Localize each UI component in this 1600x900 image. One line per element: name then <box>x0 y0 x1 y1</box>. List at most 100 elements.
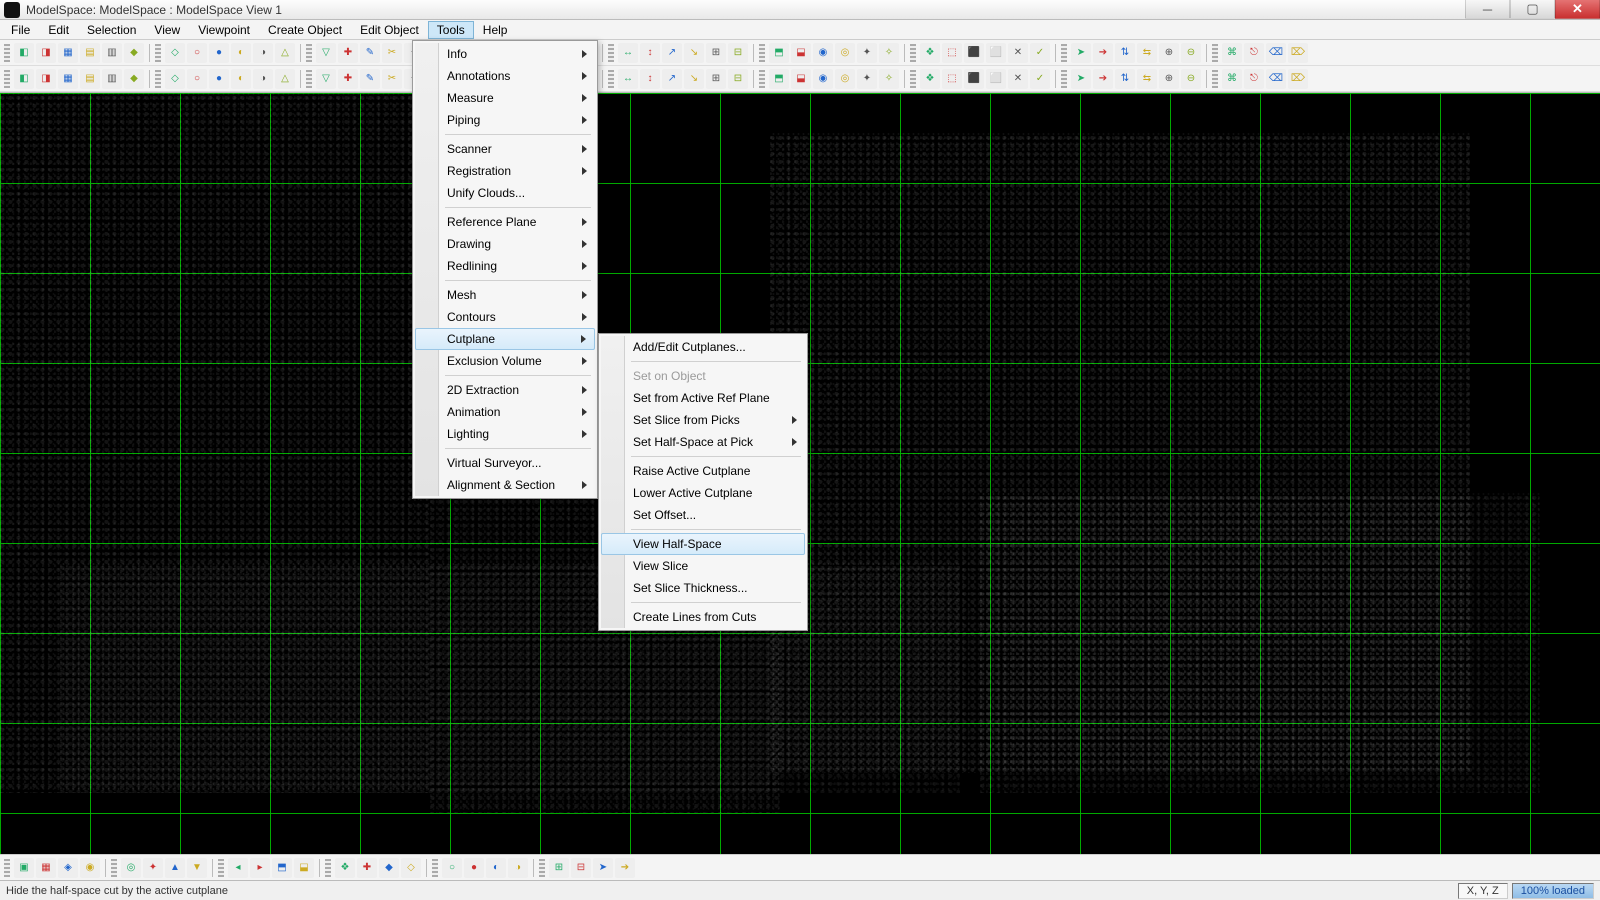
bottom-toolbar-button[interactable]: ⬒ <box>272 858 292 878</box>
toolbar-button[interactable]: ◇ <box>165 43 185 63</box>
toolbar-button[interactable]: ✕ <box>1008 69 1028 89</box>
tools-item-annotations[interactable]: Annotations <box>415 65 595 87</box>
bottom-toolbar-button[interactable]: ○ <box>442 858 462 878</box>
toolbar-button[interactable]: ➔ <box>1093 43 1113 63</box>
cutplane-item-view-half-space[interactable]: View Half-Space <box>601 533 805 555</box>
tools-item-2d-extraction[interactable]: 2D Extraction <box>415 379 595 401</box>
toolbar-button[interactable]: ⬓ <box>791 69 811 89</box>
menu-view[interactable]: View <box>145 21 189 39</box>
cutplane-item-set-offset[interactable]: Set Offset... <box>601 504 805 526</box>
toolbar-button[interactable]: ▦ <box>58 69 78 89</box>
toolbar-button[interactable]: ⊖ <box>1181 43 1201 63</box>
bottom-toolbar-button[interactable]: ❖ <box>335 858 355 878</box>
tools-item-exclusion-volume[interactable]: Exclusion Volume <box>415 350 595 372</box>
menu-edit-object[interactable]: Edit Object <box>351 21 428 39</box>
minimize-button[interactable]: ─ <box>1465 0 1510 19</box>
toolbar-button[interactable]: ⌘ <box>1222 69 1242 89</box>
toolbar-button[interactable]: ⬛ <box>964 69 984 89</box>
toolbar-button[interactable]: ○ <box>187 69 207 89</box>
toolbar-button[interactable]: ⌦ <box>1288 69 1308 89</box>
toolbar-button[interactable]: ✦ <box>857 69 877 89</box>
toolbar-button[interactable]: ⊟ <box>728 69 748 89</box>
menu-viewpoint[interactable]: Viewpoint <box>189 21 259 39</box>
bottom-toolbar-button[interactable]: ▼ <box>187 858 207 878</box>
bottom-toolbar-button[interactable]: ◐ <box>486 858 506 878</box>
toolbar-button[interactable]: ▥ <box>102 43 122 63</box>
cutplane-item-view-slice[interactable]: View Slice <box>601 555 805 577</box>
menu-selection[interactable]: Selection <box>78 21 145 39</box>
toolbar-button[interactable]: ✎ <box>360 69 380 89</box>
bottom-toolbar-button[interactable]: ● <box>464 858 484 878</box>
menu-edit[interactable]: Edit <box>39 21 78 39</box>
bottom-toolbar-button[interactable]: ◎ <box>121 858 141 878</box>
cutplane-item-lower-active-cutplane[interactable]: Lower Active Cutplane <box>601 482 805 504</box>
toolbar-button[interactable]: ⬛ <box>964 43 984 63</box>
toolbar-button[interactable]: ▽ <box>316 43 336 63</box>
bottom-toolbar-button[interactable]: ⊟ <box>571 858 591 878</box>
cutplane-item-raise-active-cutplane[interactable]: Raise Active Cutplane <box>601 460 805 482</box>
toolbar-button[interactable]: ▽ <box>316 69 336 89</box>
cutplane-item-set-from-active-ref-plane[interactable]: Set from Active Ref Plane <box>601 387 805 409</box>
toolbar-button[interactable]: ✦ <box>857 43 877 63</box>
bottom-toolbar-button[interactable]: ▸ <box>250 858 270 878</box>
toolbar-button[interactable]: ✓ <box>1030 43 1050 63</box>
bottom-toolbar-button[interactable]: ⊞ <box>549 858 569 878</box>
bottom-toolbar-button[interactable]: ⬓ <box>294 858 314 878</box>
toolbar-button[interactable]: ✂ <box>382 43 402 63</box>
bottom-toolbar-button[interactable]: ✦ <box>143 858 163 878</box>
toolbar-button[interactable]: ◎ <box>835 69 855 89</box>
tools-item-drawing[interactable]: Drawing <box>415 233 595 255</box>
maximize-button[interactable]: ▢ <box>1510 0 1555 19</box>
tools-item-lighting[interactable]: Lighting <box>415 423 595 445</box>
toolbar-button[interactable]: ↘ <box>684 43 704 63</box>
tools-menu-dropdown[interactable]: InfoAnnotationsMeasurePipingScannerRegis… <box>412 40 598 499</box>
toolbar-button[interactable]: ◆ <box>124 69 144 89</box>
bottom-toolbar-button[interactable]: ▲ <box>165 858 185 878</box>
bottom-toolbar-button[interactable]: ◈ <box>58 858 78 878</box>
toolbar-button[interactable]: ▤ <box>80 43 100 63</box>
toolbar-button[interactable]: ⬒ <box>769 69 789 89</box>
menu-help[interactable]: Help <box>474 21 517 39</box>
toolbar-button[interactable]: △ <box>275 43 295 63</box>
toolbar-button[interactable]: ⬓ <box>791 43 811 63</box>
tools-item-unify-clouds[interactable]: Unify Clouds... <box>415 182 595 204</box>
toolbar-button[interactable]: ✕ <box>1008 43 1028 63</box>
toolbar-button[interactable]: ◐ <box>231 69 251 89</box>
bottom-toolbar-button[interactable]: ▦ <box>36 858 56 878</box>
toolbar-button[interactable]: ⊞ <box>706 69 726 89</box>
toolbar-button[interactable]: ▤ <box>80 69 100 89</box>
close-button[interactable]: ✕ <box>1555 0 1600 19</box>
toolbar-button[interactable]: ▥ <box>102 69 122 89</box>
tools-item-scanner[interactable]: Scanner <box>415 138 595 160</box>
toolbar-button[interactable]: ✓ <box>1030 69 1050 89</box>
toolbar-button[interactable]: ◑ <box>253 69 273 89</box>
toolbar-button[interactable]: ⬒ <box>769 43 789 63</box>
bottom-toolbar-button[interactable]: ◇ <box>401 858 421 878</box>
toolbar-button[interactable]: ✚ <box>338 43 358 63</box>
toolbar-button[interactable]: ◨ <box>36 43 56 63</box>
toolbar-button[interactable]: ⬚ <box>942 69 962 89</box>
bottom-toolbar-button[interactable]: ➔ <box>615 858 635 878</box>
toolbar-button[interactable]: ⎋ <box>1244 69 1264 89</box>
toolbar-button[interactable]: ● <box>209 43 229 63</box>
toolbar-button[interactable]: ❖ <box>920 43 940 63</box>
bottom-toolbar-button[interactable]: ✚ <box>357 858 377 878</box>
bottom-toolbar-button[interactable]: ◂ <box>228 858 248 878</box>
tools-item-info[interactable]: Info <box>415 43 595 65</box>
toolbar-button[interactable]: ⇆ <box>1137 43 1157 63</box>
toolbar-button[interactable]: ➤ <box>1071 69 1091 89</box>
toolbar-button[interactable]: ◉ <box>813 69 833 89</box>
toolbar-button[interactable]: ⬜ <box>986 43 1006 63</box>
toolbar-button[interactable]: ○ <box>187 43 207 63</box>
toolbar-button[interactable]: ↘ <box>684 69 704 89</box>
toolbar-button[interactable]: ↕ <box>640 69 660 89</box>
menu-create-object[interactable]: Create Object <box>259 21 351 39</box>
bottom-toolbar-button[interactable]: ▣ <box>14 858 34 878</box>
tools-item-cutplane[interactable]: Cutplane <box>415 328 595 350</box>
toolbar-button[interactable]: ◑ <box>253 43 273 63</box>
tools-item-registration[interactable]: Registration <box>415 160 595 182</box>
toolbar-button[interactable]: ↕ <box>640 43 660 63</box>
toolbar-button[interactable]: ◇ <box>165 69 185 89</box>
bottom-toolbar-button[interactable]: ➤ <box>593 858 613 878</box>
toolbar-button[interactable]: ⌘ <box>1222 43 1242 63</box>
